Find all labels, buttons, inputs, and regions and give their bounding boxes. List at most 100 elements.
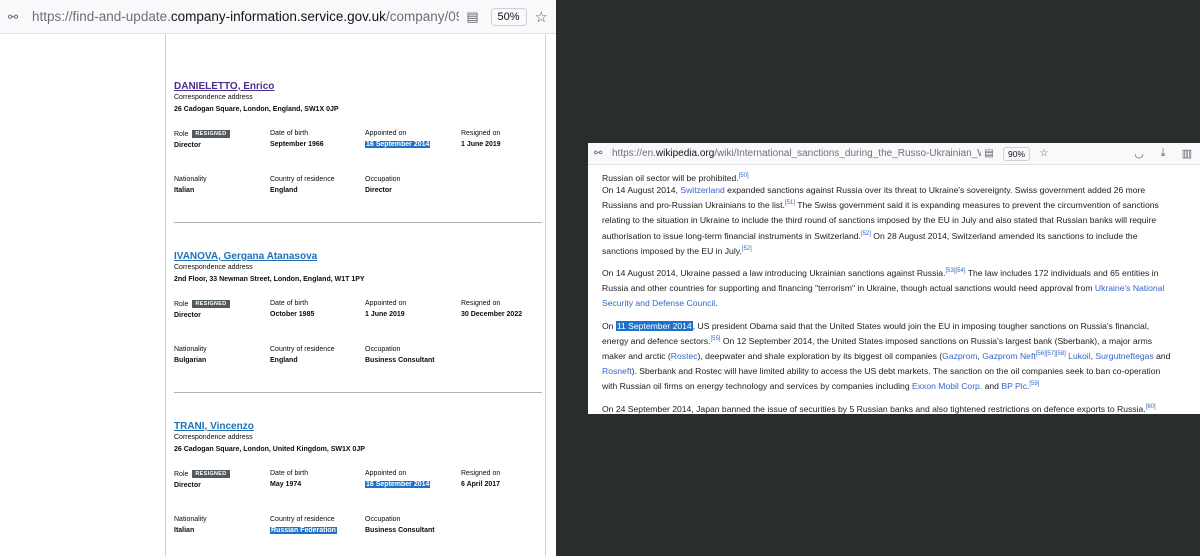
resigned-value: 6 April 2017 [461, 481, 501, 488]
nationality-label: Nationality [174, 176, 207, 183]
address-value: 2nd Floor, 33 Newman Street, London, Eng… [174, 276, 365, 283]
citation-ref[interactable]: [51] [785, 200, 795, 206]
occupation-label: Occupation [365, 176, 401, 183]
address-label: Correspondence address [174, 264, 253, 271]
link-lukoil[interactable]: Lukoil [1068, 351, 1090, 361]
resigned-value: 30 December 2022 [461, 311, 523, 318]
role-value: Director [174, 482, 201, 489]
role-label: Role RESIGNED [174, 300, 230, 308]
left-page: DANIELETTO, Enrico Correspondence addres… [0, 34, 556, 556]
appointed-value: 16 September 2014 [365, 481, 431, 488]
occupation-label: Occupation [365, 516, 401, 523]
reader-view-icon[interactable]: ▤ [463, 9, 483, 25]
appointed-value: 1 June 2019 [365, 311, 405, 318]
address-value: 26 Cadogan Square, London, England, SW1X… [174, 106, 339, 113]
link-bp[interactable]: BP Plc [1001, 381, 1027, 391]
officer-entry: DANIELETTO, Enrico Correspondence addres… [174, 76, 534, 216]
resigned-label: Resigned on [461, 130, 501, 137]
appointed-label: Appointed on [365, 300, 407, 307]
residence-value: Russian Federation [270, 527, 337, 534]
role-label: Role RESIGNED [174, 130, 230, 138]
citation-ref[interactable]: [60] [1146, 404, 1156, 410]
residence-label: Country of residence [270, 346, 335, 353]
resigned-badge: RESIGNED [192, 130, 230, 138]
role-value: Director [174, 312, 201, 319]
dob-value: May 1974 [270, 481, 302, 488]
site-info-icon[interactable]: ⚯ [594, 148, 606, 159]
occupation-value: Director [365, 187, 392, 194]
resigned-value: 1 June 2019 [461, 141, 501, 148]
nationality-label: Nationality [174, 516, 207, 523]
link-gazprom-neft[interactable]: Gazprom Neft [982, 351, 1036, 361]
resigned-label: Resigned on [461, 300, 501, 307]
paragraph-ukraine: On 14 August 2014, Ukraine passed a law … [602, 268, 1165, 309]
left-browser-window: ⚯ https://find-and-update.company-inform… [0, 0, 556, 556]
zoom-level-button[interactable]: 90% [1002, 146, 1030, 161]
residence-value: England [270, 357, 298, 364]
bookmark-star-icon[interactable]: ☆ [535, 8, 548, 26]
paragraph-switzerland: On 14 August 2014, Switzerland expanded … [602, 185, 1159, 256]
cut-off-line: Russian oil sector will be prohibited.[5… [602, 173, 749, 183]
link-switzerland[interactable]: Switzerland [680, 185, 724, 195]
citation-ref[interactable]: [56][57][58] [1036, 351, 1066, 357]
citation-ref[interactable]: [52] [861, 231, 871, 237]
downloads-icon[interactable]: ⤓ [1156, 147, 1170, 160]
bookmark-star-icon[interactable]: ☆ [1036, 148, 1052, 159]
nationality-value: Bulgarian [174, 357, 207, 364]
nationality-value: Italian [174, 187, 195, 194]
section-divider [174, 392, 542, 393]
appointed-label: Appointed on [365, 470, 407, 477]
dob-value: September 1966 [270, 141, 324, 148]
sidebar-icon[interactable]: ▥ [1180, 147, 1194, 160]
site-info-icon[interactable]: ⚯ [8, 10, 22, 24]
link-gazprom[interactable]: Gazprom [942, 351, 977, 361]
role-value: Director [174, 142, 201, 149]
officer-entry: TRANI, Vincenzo Correspondence address 2… [174, 416, 534, 556]
link-exxon[interactable]: Exxon Mobil Corp. [912, 381, 982, 391]
left-url[interactable]: https://find-and-update.company-informat… [22, 9, 459, 24]
paragraph-japan: On 24 September 2014, Japan banned the i… [602, 403, 1156, 414]
resigned-label: Resigned on [461, 470, 501, 477]
address-label: Correspondence address [174, 434, 253, 441]
officer-entry: IVANOVA, Gergana Atanasova Correspondenc… [174, 246, 534, 386]
reader-view-icon[interactable]: ▤ [981, 148, 997, 159]
right-url[interactable]: https://en.wikipedia.org/wiki/Internatio… [606, 148, 981, 159]
right-address-bar[interactable]: ⚯ https://en.wikipedia.org/wiki/Internat… [588, 143, 1200, 165]
officer-name-link[interactable]: IVANOVA, Gergana Atanasova [174, 251, 317, 262]
residence-label: Country of residence [270, 516, 335, 523]
nationality-label: Nationality [174, 346, 207, 353]
link-rosneft[interactable]: Rosneft [602, 366, 632, 376]
section-divider [174, 222, 542, 223]
highlighted-date: 11 September 2014 [615, 320, 693, 331]
citation-ref[interactable]: [52] [742, 246, 752, 252]
screen: ⚯ https://find-and-update.company-inform… [0, 0, 1200, 556]
officer-name-link[interactable]: DANIELETTO, Enrico [174, 81, 274, 92]
citation-ref[interactable]: [55] [710, 336, 720, 342]
article-content: Russian oil sector will be prohibited.[5… [602, 173, 1176, 414]
paragraph-us: On 11 September 2014, US president Obama… [602, 320, 1171, 392]
pocket-icon[interactable]: ◡ [1132, 147, 1146, 160]
appointed-value: 16 September 2014 [365, 141, 431, 148]
citation-ref[interactable]: [53][54] [945, 268, 965, 274]
resigned-badge: RESIGNED [192, 470, 230, 478]
officer-name-link[interactable]: TRANI, Vincenzo [174, 421, 254, 432]
dob-label: Date of birth [270, 300, 309, 307]
officers-list: DANIELETTO, Enrico Correspondence addres… [165, 34, 546, 556]
occupation-label: Occupation [365, 346, 401, 353]
address-label: Correspondence address [174, 94, 253, 101]
dob-label: Date of birth [270, 130, 309, 137]
zoom-level-button[interactable]: 50% [490, 7, 527, 26]
dob-label: Date of birth [270, 470, 309, 477]
occupation-value: Business Consultant [365, 357, 435, 364]
link-surgutneftegas[interactable]: Surgutneftegas [1095, 351, 1153, 361]
residence-value: England [270, 187, 298, 194]
nationality-value: Italian [174, 527, 195, 534]
dob-value: October 1985 [270, 311, 315, 318]
appointed-label: Appointed on [365, 130, 407, 137]
left-address-bar[interactable]: ⚯ https://find-and-update.company-inform… [0, 0, 556, 34]
link-rostec[interactable]: Rostec [671, 351, 698, 361]
residence-label: Country of residence [270, 176, 335, 183]
citation-ref[interactable]: [59] [1029, 381, 1039, 387]
right-browser-window: ⚯ https://en.wikipedia.org/wiki/Internat… [588, 143, 1200, 414]
resigned-badge: RESIGNED [192, 300, 230, 308]
